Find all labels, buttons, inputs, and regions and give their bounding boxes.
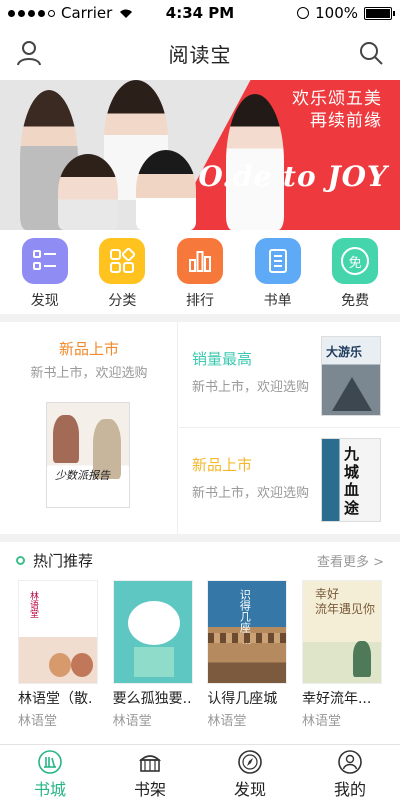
- slogan-line-1: 欢乐颂五美: [292, 89, 382, 109]
- notebook-icon: [254, 238, 301, 284]
- bookstore-icon: [38, 750, 62, 774]
- category-booklist[interactable]: 书单: [248, 238, 308, 314]
- promo-best-sellers[interactable]: 销量最高 新书上市，欢迎选购 大游乐: [179, 322, 400, 428]
- book-cover-title: 少数派报告: [55, 469, 110, 482]
- book-cover-title: 大游乐: [326, 345, 363, 359]
- promo-title: 新品上市: [58, 340, 119, 358]
- category-label: 分类: [108, 293, 137, 309]
- book-title: 认得几座城: [207, 691, 278, 707]
- book-title: 林语堂（散.: [18, 691, 93, 707]
- category-free[interactable]: 免 免费: [325, 238, 385, 314]
- category-label: 排行: [185, 293, 214, 309]
- promo-subtitle: 新书上市，欢迎选购: [192, 486, 310, 501]
- book-author: 林语堂: [301, 714, 341, 729]
- tab-bookshelf[interactable]: 书架: [100, 745, 200, 800]
- book-cover[interactable]: 少数派报告: [46, 402, 130, 508]
- book-title: 要么孤独要..: [112, 691, 192, 707]
- book-cover: 林语堂: [18, 580, 98, 684]
- promo-title: 销量最高: [192, 350, 253, 368]
- promo-subtitle: 新书上市，欢迎选购: [192, 380, 310, 395]
- category-discover[interactable]: 发现: [15, 238, 75, 314]
- bar-chart-icon: [176, 238, 223, 284]
- tab-bookstore[interactable]: 书城: [0, 745, 100, 800]
- banner-person: [136, 150, 196, 230]
- status-time: 4:34 PM: [165, 4, 235, 22]
- hot-book-list: 林语堂 林语堂（散. 林语堂 要么孤独要.. 林语堂 识得几座城 认得几座城 林…: [0, 580, 400, 729]
- page-title: 阅读宝: [168, 42, 232, 67]
- divider: [0, 314, 400, 322]
- bookshelf-icon: [138, 755, 162, 772]
- tab-label: 发现: [233, 780, 266, 799]
- list-item[interactable]: 要么孤独要.. 林语堂: [112, 580, 193, 729]
- book-cover: 识得几座城: [207, 580, 288, 684]
- category-label: 发现: [30, 293, 59, 309]
- list-icon: [21, 238, 68, 284]
- book-title: 幸好流年...: [301, 691, 372, 707]
- profile-icon: [338, 750, 362, 774]
- book-cover: [112, 580, 193, 684]
- compass-icon: [238, 750, 262, 774]
- tab-label: 书城: [33, 780, 66, 799]
- section-dot-icon: [16, 555, 25, 565]
- hot-section-title: 热门推荐: [33, 551, 94, 570]
- tab-profile[interactable]: 我的: [300, 745, 400, 800]
- tab-discover[interactable]: 发现: [200, 745, 300, 800]
- book-author: 林语堂: [207, 714, 247, 729]
- grid-icon: [99, 238, 146, 284]
- book-cover-title: 九城血途: [344, 445, 360, 517]
- book-cover[interactable]: 大游乐: [321, 336, 381, 416]
- banner-person: [58, 154, 118, 230]
- category-label: 书单: [263, 293, 292, 309]
- slogan-line-2: 再续前缘: [310, 111, 382, 131]
- status-bar: Carrier 4:34 PM 100%: [0, 0, 400, 26]
- book-cover[interactable]: 九城血途: [321, 438, 381, 522]
- list-item[interactable]: 林语堂 林语堂（散. 林语堂: [18, 580, 98, 729]
- promo-banner[interactable]: 欢乐颂五美 再续前缘 O.de to JOY: [0, 80, 400, 230]
- promo-title: 新品上市: [192, 456, 253, 474]
- user-icon[interactable]: [14, 38, 44, 68]
- search-icon[interactable]: [356, 38, 386, 68]
- tab-label: 书架: [133, 780, 166, 799]
- tab-bar: 书城 书架 发现 我的: [0, 744, 400, 800]
- nav-bar: 阅读宝: [0, 26, 400, 80]
- promo-new-arrivals-left[interactable]: 新品上市 新书上市，欢迎选购 少数派报告: [0, 322, 178, 534]
- category-row: 发现 分类 排行 书单 免 免费: [0, 238, 400, 314]
- promo-grid: 新品上市 新书上市，欢迎选购 少数派报告 销量最高 新书上市，欢迎选购 大游乐 …: [0, 322, 400, 534]
- battery-icon: [364, 6, 395, 20]
- category-ranking[interactable]: 排行: [170, 238, 230, 314]
- list-item[interactable]: 识得几座城 认得几座城 林语堂: [207, 580, 288, 729]
- book-author: 林语堂: [18, 714, 58, 729]
- book-author: 林语堂: [112, 714, 152, 729]
- promo-subtitle: 新书上市，欢迎选购: [30, 366, 148, 381]
- banner-logo-text: O.de to JOY: [198, 160, 388, 193]
- category-classify[interactable]: 分类: [92, 238, 152, 314]
- divider: [0, 534, 400, 542]
- promo-new-arrivals-right[interactable]: 新品上市 新书上市，欢迎选购 九城血途: [179, 428, 400, 534]
- see-more-link[interactable]: 查看更多 >: [317, 551, 384, 570]
- free-icon: 免: [332, 238, 379, 284]
- tab-label: 我的: [333, 780, 366, 799]
- hot-section-header: 热门推荐 查看更多 >: [0, 546, 400, 574]
- banner-slogan: 欢乐颂五美 再续前缘: [292, 88, 382, 132]
- category-label: 免费: [341, 293, 370, 309]
- free-glyph: 免: [341, 247, 370, 275]
- list-item[interactable]: 幸好 流年遇见你 幸好流年... 林语堂: [301, 580, 382, 729]
- book-cover: 幸好 流年遇见你: [301, 580, 382, 684]
